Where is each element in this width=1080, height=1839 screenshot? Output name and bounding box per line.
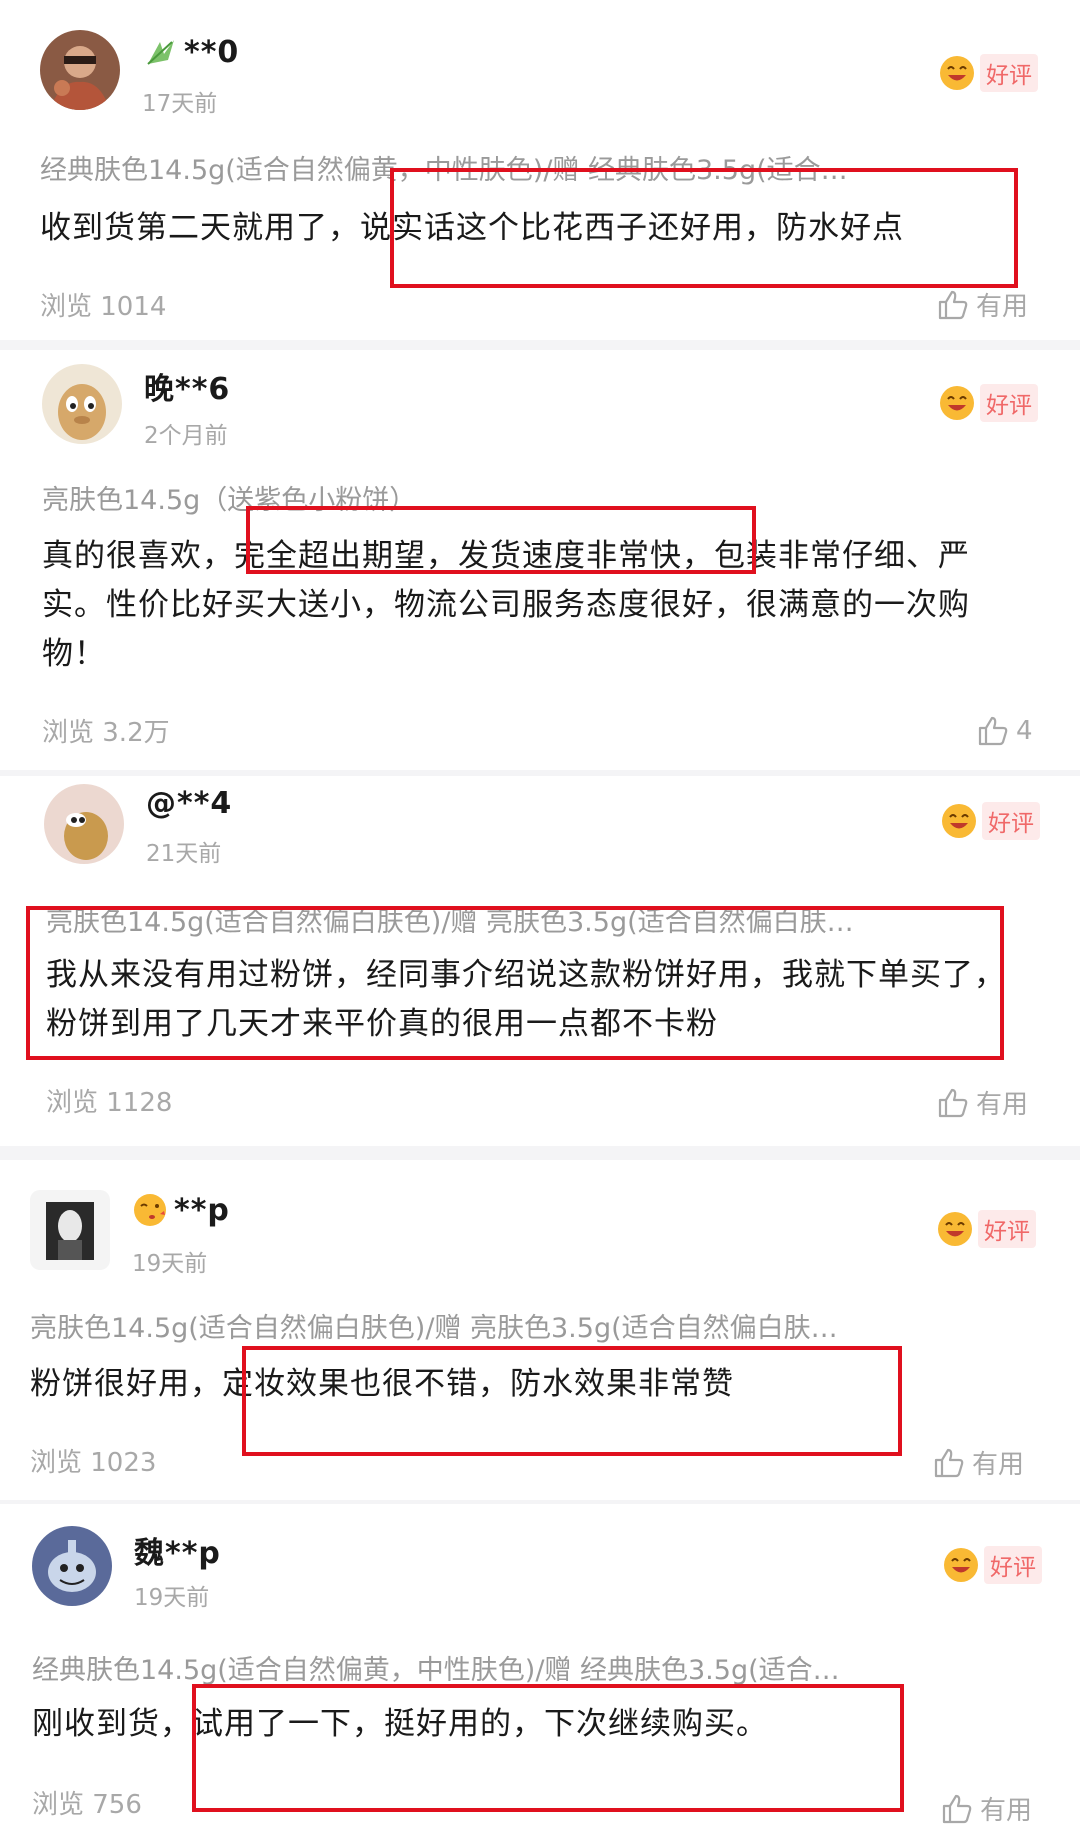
helpful-button[interactable]: 有用 bbox=[936, 286, 1028, 323]
avatar[interactable] bbox=[40, 30, 120, 110]
reviewer-name[interactable]: **0 bbox=[184, 35, 239, 70]
helpful-button[interactable]: 有用 bbox=[932, 1444, 1024, 1481]
helpful-label: 有用 bbox=[980, 1796, 1033, 1826]
avatar[interactable] bbox=[44, 784, 124, 864]
good-review-badge: 好评 bbox=[942, 1546, 1042, 1584]
thumbs-up-icon bbox=[942, 1794, 972, 1823]
thumbs-up-icon bbox=[938, 1088, 968, 1117]
helpful-count: 4 bbox=[1016, 716, 1033, 746]
divider bbox=[0, 340, 1080, 350]
helpful-label: 有用 bbox=[972, 1450, 1025, 1480]
highlight-box bbox=[242, 1346, 902, 1456]
reviewer-name[interactable]: **p bbox=[174, 1193, 230, 1228]
highlight-box bbox=[26, 906, 1004, 1060]
review-card: 晚**6 2个月前 好评 亮肤色14.5g（送紫色小粉饼） 真的很喜欢，完全超出… bbox=[0, 350, 1080, 770]
view-count: 浏览 3.2万 bbox=[42, 718, 170, 748]
divider bbox=[0, 1146, 1080, 1160]
review-time: 21天前 bbox=[146, 841, 222, 867]
product-spec: 经典肤色14.5g(适合自然偏黄，中性肤色)/赠 经典肤色3.5g(适合… bbox=[32, 1655, 840, 1686]
smile-face-icon bbox=[942, 804, 976, 838]
product-spec: 亮肤色14.5g(适合自然偏白肤色)/赠 亮肤色3.5g(适合自然偏白肤… bbox=[30, 1313, 838, 1344]
avatar[interactable] bbox=[42, 364, 122, 444]
review-time: 17天前 bbox=[142, 91, 218, 117]
review-time: 2个月前 bbox=[144, 423, 228, 449]
helpful-button[interactable]: 4 bbox=[976, 714, 1033, 748]
kiss-emoji-icon bbox=[134, 1194, 166, 1226]
good-review-badge: 好评 bbox=[940, 802, 1040, 840]
review-card: @**4 21天前 好评 亮肤色14.5g(适合自然偏白肤色)/赠 亮肤色3.5… bbox=[0, 776, 1080, 1146]
smile-face-icon bbox=[944, 1548, 978, 1582]
helpful-button[interactable]: 有用 bbox=[940, 1790, 1032, 1827]
review-time: 19天前 bbox=[134, 1585, 210, 1611]
avatar[interactable] bbox=[30, 1190, 110, 1270]
smile-face-icon bbox=[938, 1212, 972, 1246]
highlight-box bbox=[246, 506, 756, 574]
thumbs-up-icon bbox=[938, 290, 968, 319]
highlight-box bbox=[390, 168, 1018, 288]
review-card: 魏**p 19天前 好评 经典肤色14.5g(适合自然偏黄，中性肤色)/赠 经典… bbox=[0, 1504, 1080, 1839]
helpful-button[interactable]: 有用 bbox=[936, 1084, 1028, 1121]
badge-label: 好评 bbox=[978, 1210, 1036, 1248]
helpful-label: 有用 bbox=[976, 292, 1029, 322]
smile-face-icon bbox=[940, 56, 974, 90]
badge-label: 好评 bbox=[980, 54, 1038, 92]
leaf-icon bbox=[147, 40, 174, 65]
good-review-badge: 好评 bbox=[938, 54, 1038, 92]
review-time: 19天前 bbox=[132, 1251, 208, 1277]
review-card: **p 19天前 好评 亮肤色14.5g(适合自然偏白肤色)/赠 亮肤色3.5g… bbox=[0, 1160, 1080, 1500]
good-review-badge: 好评 bbox=[936, 1210, 1036, 1248]
thumbs-up-icon bbox=[978, 716, 1008, 746]
reviewer-name[interactable]: 魏**p bbox=[134, 1528, 221, 1572]
view-count: 浏览 756 bbox=[32, 1790, 142, 1820]
badge-label: 好评 bbox=[984, 1546, 1042, 1584]
smile-face-icon bbox=[940, 386, 974, 420]
thumbs-up-icon bbox=[934, 1448, 964, 1477]
avatar[interactable] bbox=[32, 1526, 112, 1606]
review-card: **0 17天前 好评 经典肤色14.5g(适合自然偏黄，中性肤色)/赠 经典肤… bbox=[0, 0, 1080, 330]
highlight-box bbox=[192, 1684, 904, 1812]
good-review-badge: 好评 bbox=[938, 384, 1038, 422]
view-count: 浏览 1023 bbox=[30, 1448, 157, 1478]
reviewer-name[interactable]: @**4 bbox=[146, 786, 232, 821]
view-count: 浏览 1128 bbox=[46, 1088, 173, 1118]
view-count: 浏览 1014 bbox=[40, 292, 167, 322]
reviewer-name[interactable]: 晚**6 bbox=[144, 364, 230, 408]
badge-label: 好评 bbox=[982, 802, 1040, 840]
badge-label: 好评 bbox=[980, 384, 1038, 422]
helpful-label: 有用 bbox=[976, 1090, 1029, 1120]
